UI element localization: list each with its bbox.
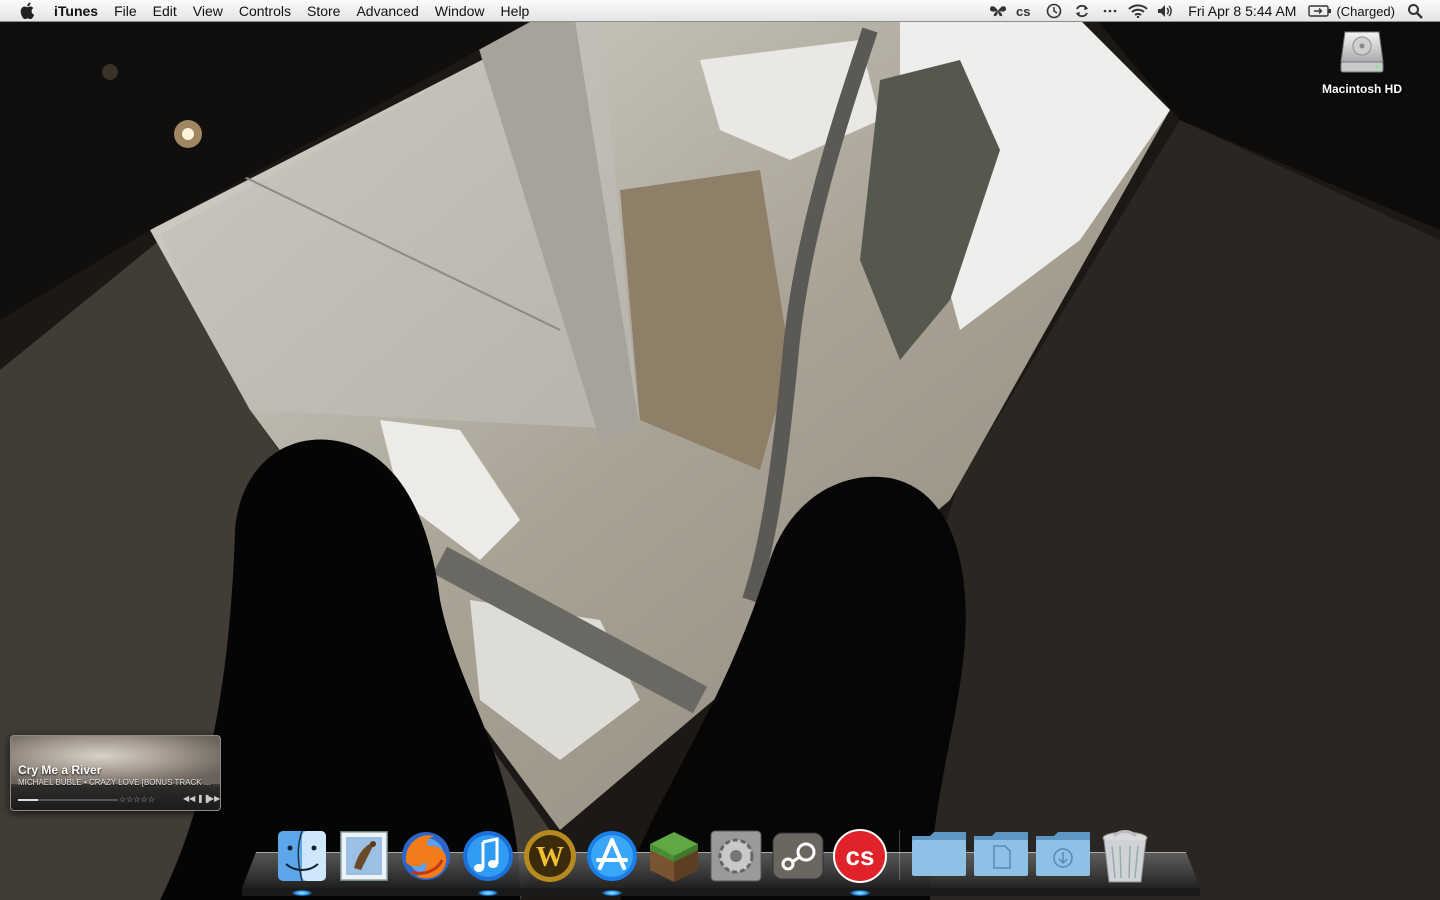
track-title: Cry Me a River: [18, 763, 102, 777]
menu-edit[interactable]: Edit: [145, 0, 185, 22]
app-store-icon: [587, 831, 637, 881]
dock-item-itunes[interactable]: [459, 828, 517, 896]
dock-item-lastfm[interactable]: cs: [831, 828, 889, 896]
dock-item-mail[interactable]: [335, 828, 393, 890]
lastfm-icon[interactable]: cs: [1015, 0, 1037, 22]
track-subtitle: MICHAEL BUBLE • CRAZY LOVE [BONUS TRACK …: [18, 778, 211, 787]
itunes-icon: [463, 831, 513, 881]
menu-advanced[interactable]: Advanced: [348, 0, 426, 22]
disk-label: Macintosh HD: [1321, 82, 1402, 96]
svg-text:cs: cs: [846, 841, 875, 871]
dock-separator: [899, 830, 900, 880]
next-icon[interactable]: ▶▶: [208, 794, 220, 803]
dock-item-finder[interactable]: [273, 828, 331, 896]
sync-icon[interactable]: [1071, 0, 1093, 22]
overflow-icon[interactable]: [1099, 0, 1121, 22]
dock-item-minecraft[interactable]: [645, 828, 703, 890]
butterfly-icon[interactable]: [987, 0, 1009, 22]
menu-bar: iTunes File Edit View Controls Store Adv…: [0, 0, 1440, 22]
svg-text:cs: cs: [1016, 5, 1030, 17]
hard-drive-icon: [1339, 28, 1385, 76]
itunes-mini-player[interactable]: Cry Me a River MICHAEL BUBLE • CRAZY LOV…: [10, 735, 221, 811]
svg-text:W: W: [536, 842, 564, 873]
battery-text: (Charged): [1336, 3, 1395, 19]
status-area: cs Fri Apr 8 5:44 AM (Charged): [984, 0, 1440, 22]
dock-item-system-preferences[interactable]: [707, 828, 765, 890]
dock-item-steam[interactable]: [769, 828, 827, 890]
downloads-folder-icon: [1036, 832, 1090, 876]
wifi-icon[interactable]: [1127, 0, 1149, 22]
desktop-disk-macintosh-hd[interactable]: Macintosh HD: [1310, 28, 1414, 96]
dock: W cs: [273, 820, 1158, 896]
running-indicator: [478, 890, 498, 896]
track-progress-fill: [18, 799, 38, 801]
battery-status[interactable]: (Charged): [1308, 4, 1395, 19]
battery-icon: [1308, 5, 1332, 17]
track-progress-bar[interactable]: [18, 799, 118, 801]
mail-icon: [340, 831, 388, 881]
finder-icon: [278, 830, 326, 882]
menu-view[interactable]: View: [185, 0, 231, 22]
volume-icon[interactable]: [1155, 0, 1177, 22]
dock-item-app-store[interactable]: [583, 828, 641, 896]
running-indicator: [292, 890, 312, 896]
dock-item-trash[interactable]: [1096, 828, 1154, 890]
dock-item-world-of-warcraft[interactable]: W: [521, 828, 579, 890]
menu-app-name[interactable]: iTunes: [50, 0, 106, 22]
firefox-icon: [402, 832, 450, 880]
folder-icon: [912, 832, 966, 876]
menu-help[interactable]: Help: [493, 0, 538, 22]
running-indicator: [850, 890, 870, 896]
time-machine-icon[interactable]: [1043, 0, 1065, 22]
menu-store[interactable]: Store: [299, 0, 348, 22]
running-indicator: [602, 890, 622, 896]
menu-window[interactable]: Window: [427, 0, 493, 22]
previous-icon[interactable]: ◀◀: [183, 794, 195, 803]
system-preferences-icon: [710, 830, 762, 882]
world-of-warcraft-icon: W: [524, 830, 576, 882]
menu-file[interactable]: File: [106, 0, 145, 22]
dock-item-firefox[interactable]: [397, 828, 455, 890]
track-rating[interactable]: ☆☆☆☆☆: [119, 795, 155, 804]
menu-controls[interactable]: Controls: [231, 0, 299, 22]
apple-menu-icon[interactable]: [20, 2, 36, 19]
lastfm-app-icon: cs: [833, 829, 887, 883]
trash-icon: [1102, 830, 1148, 883]
spotlight-icon[interactable]: [1404, 0, 1426, 22]
dock-stack-applications[interactable]: [910, 828, 968, 890]
minecraft-icon: [650, 832, 698, 882]
dock-stack-documents[interactable]: [972, 828, 1030, 890]
dock-stack-downloads[interactable]: [1034, 828, 1092, 890]
documents-folder-icon: [974, 832, 1028, 876]
menu-clock[interactable]: Fri Apr 8 5:44 AM: [1188, 3, 1296, 19]
steam-icon: [772, 832, 824, 880]
